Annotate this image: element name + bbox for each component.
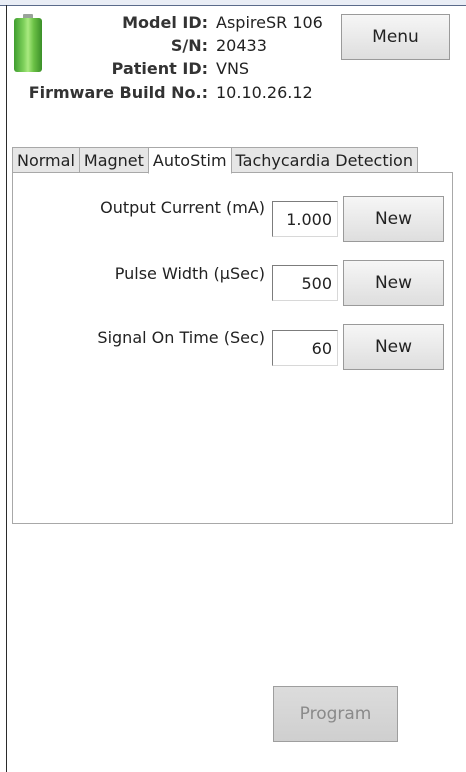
serial-number-label: S/N:	[170, 36, 208, 55]
model-id-label: Model ID:	[122, 13, 208, 32]
signal-on-time-value[interactable]: 60	[272, 330, 338, 366]
output-current-label: Output Current (mA)	[100, 198, 265, 217]
signal-on-time-new-button[interactable]: New	[343, 324, 444, 370]
tab-tachycardia-detection[interactable]: Tachycardia Detection	[230, 147, 418, 173]
firmware-build-value: 10.10.26.12	[216, 83, 313, 102]
pulse-width-label: Pulse Width (µSec)	[114, 264, 265, 283]
pulse-width-new-button[interactable]: New	[343, 260, 444, 306]
menu-button[interactable]: Menu	[341, 14, 450, 60]
tab-magnet[interactable]: Magnet	[78, 147, 149, 173]
patient-id-label: Patient ID:	[111, 59, 208, 78]
model-id-value: AspireSR 106	[216, 13, 323, 32]
output-current-value[interactable]: 1.000	[272, 201, 338, 237]
window-left-border	[6, 5, 7, 772]
tab-normal[interactable]: Normal	[12, 147, 80, 173]
signal-on-time-label: Signal On Time (Sec)	[97, 328, 265, 347]
serial-number-value: 20433	[216, 36, 267, 55]
patient-id-value: VNS	[216, 59, 250, 78]
tab-autostim[interactable]: AutoStim	[147, 147, 232, 174]
tab-bar: Normal Magnet AutoStim Tachycardia Detec…	[12, 147, 418, 174]
window-top-border	[0, 0, 466, 6]
firmware-build-label: Firmware Build No.:	[28, 83, 208, 102]
pulse-width-value[interactable]: 500	[272, 265, 338, 301]
output-current-new-button[interactable]: New	[343, 196, 444, 242]
program-button[interactable]: Program	[273, 686, 398, 742]
